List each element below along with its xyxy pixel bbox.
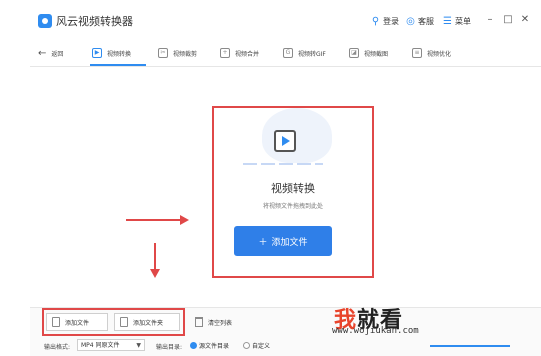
add-file-main-button[interactable]: ＋ 添加文件 [234,226,332,256]
add-file-button[interactable]: 添加文件 [46,313,108,331]
tab-label: 视频合并 [235,50,260,58]
custom-dir-label: 自定义 [252,343,271,350]
annotation-arrow-right-head [180,215,189,225]
source-dir-radio[interactable]: 源文件目录 [190,341,229,350]
decorative-backdrop [262,108,332,163]
file-icon [52,317,60,327]
tab-label: 视频裁剪 [173,50,198,58]
tab-label: 视频截图 [364,50,389,58]
folder-icon [120,317,128,327]
video-optimize-icon: ≡ [412,48,422,58]
back-label: 返回 [51,50,64,58]
clear-list-label: 清空列表 [208,319,233,327]
tab-label: 视频优化 [427,50,452,58]
login-button[interactable]: ⚲ 登录 [370,14,399,28]
video-file-icon [274,130,296,152]
tab-label: 视频转GIF [298,50,326,58]
video-cut-icon: ✂ [158,48,168,58]
radio-checked-icon [190,342,197,349]
tab-label: 视频转换 [107,50,132,58]
app-logo-icon [38,14,52,28]
tab-video-convert[interactable]: ▶ 视频转换 [92,45,131,61]
trash-icon [195,317,203,327]
video-gif-icon: G [283,48,293,58]
tab-video-cut[interactable]: ✂ 视频裁剪 [158,45,197,61]
plus-icon: ＋ [258,237,268,248]
output-dir-label: 输出目录: [156,344,183,351]
output-format-label: 输出格式: [44,344,71,351]
clear-list-button[interactable]: 清空列表 [190,313,246,331]
annotation-arrow-down-head [150,269,160,278]
drop-zone-title: 视频转换 [271,182,315,195]
menu-label: 菜单 [455,16,471,26]
video-screenshot-icon: ◪ [349,48,359,58]
decorative-line [243,163,323,165]
app-title: 风云视频转换器 [56,15,133,28]
add-folder-label: 添加文件夹 [133,319,164,327]
user-icon: ⚲ [371,15,380,27]
video-convert-icon: ▶ [92,48,102,58]
menu-icon: ☰ [443,15,452,27]
back-button[interactable]: ← 返回 [38,45,63,61]
watermark-url: www.wojiukan.com [332,326,419,336]
active-tab-indicator [90,64,146,66]
annotation-arrow-down [154,243,156,271]
custom-dir-radio[interactable]: 自定义 [243,341,270,350]
annotation-arrow-right [126,219,182,221]
close-button[interactable]: ✕ [519,13,531,27]
back-arrow-icon: ← [38,47,47,59]
login-label: 登录 [383,16,399,26]
video-merge-icon: + [220,48,230,58]
service-label: 客服 [418,16,434,26]
minimize-button[interactable]: – [484,13,496,27]
tab-video-screenshot[interactable]: ◪ 视频截图 [349,45,388,61]
radio-unchecked-icon [243,342,250,349]
add-folder-button[interactable]: 添加文件夹 [114,313,180,331]
add-file-main-label: 添加文件 [271,237,308,248]
customer-service-button[interactable]: ◎ 客服 [405,14,434,28]
drop-zone-hint: 将视频文件拖拽到此处 [262,203,323,210]
chevron-down-icon: ▼ [136,342,141,349]
output-format-value: MP4 同原文件 [81,342,120,349]
add-file-label: 添加文件 [65,319,90,327]
menu-button[interactable]: ☰ 菜单 [442,14,471,28]
output-format-select[interactable]: MP4 同原文件 ▼ [77,339,145,351]
maximize-button[interactable]: □ [502,13,514,27]
headset-icon: ◎ [406,15,415,27]
tab-video-merge[interactable]: + 视频合并 [220,45,259,61]
start-area-indicator [430,345,510,347]
tab-video-gif[interactable]: G 视频转GIF [283,45,326,61]
source-dir-label: 源文件目录 [199,343,230,350]
tab-video-optimize[interactable]: ≡ 视频优化 [412,45,451,61]
